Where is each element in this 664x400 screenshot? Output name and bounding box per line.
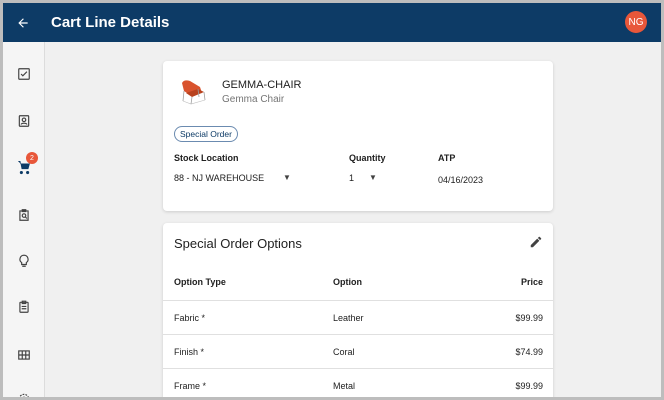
stock-location-dropdown-icon[interactable]: ▼ <box>283 173 291 182</box>
price-cell: $99.99 <box>515 313 543 323</box>
product-card: GEMMA-CHAIR Gemma Chair Special Order St… <box>163 61 553 211</box>
arrow-back-icon <box>18 17 28 28</box>
top-app-bar: Cart Line Details NG <box>3 3 661 42</box>
nav-contacts[interactable] <box>3 106 45 136</box>
special-order-chip: Special Order <box>174 126 238 142</box>
nav-settings[interactable] <box>3 384 45 397</box>
back-button[interactable] <box>3 3 43 42</box>
clipboard-icon <box>19 300 29 313</box>
nav-orders[interactable] <box>3 292 45 322</box>
quantity-label: Quantity <box>349 153 386 163</box>
quantity-dropdown-icon[interactable]: ▼ <box>369 173 377 182</box>
checklist-icon <box>18 68 30 80</box>
gear-icon <box>19 393 29 397</box>
price-cell: $99.99 <box>515 381 543 391</box>
product-code: GEMMA-CHAIR <box>222 79 302 91</box>
cart-count-badge: 2 <box>26 152 38 164</box>
atp-label: ATP <box>438 153 456 163</box>
options-title: Special Order Options <box>174 236 302 251</box>
nav-search-orders[interactable] <box>3 200 45 230</box>
stock-location-label: Stock Location <box>174 153 239 163</box>
special-order-options-card: Special Order Options Option Type Option… <box>163 223 553 397</box>
edit-icon[interactable] <box>529 235 543 249</box>
product-name: Gemma Chair <box>222 94 285 105</box>
quantity-select[interactable]: 1 <box>349 173 354 183</box>
nav-cart[interactable]: 2 <box>3 152 45 182</box>
contact-card-icon <box>18 115 30 127</box>
option-type-cell: Finish * <box>174 347 205 357</box>
nav-ideas[interactable] <box>3 246 45 276</box>
atp-value: 04/16/2023 <box>438 175 484 185</box>
lightbulb-icon <box>19 254 29 267</box>
column-header-option: Option <box>333 277 362 287</box>
nav-tasks[interactable] <box>3 59 45 89</box>
app-window: Cart Line Details NG 2 GEMMA-CHAIR Gemma… <box>0 0 664 400</box>
table-row: Frame * Metal $99.99 <box>163 368 553 397</box>
column-header-option-type: Option Type <box>174 277 226 287</box>
side-navigation: 2 <box>3 42 45 397</box>
user-avatar[interactable]: NG <box>625 11 647 33</box>
grid-icon <box>18 350 30 360</box>
option-type-cell: Fabric * <box>174 313 206 323</box>
page-title: Cart Line Details <box>51 14 170 31</box>
table-row: Finish * Coral $74.99 <box>163 334 553 368</box>
nav-catalog[interactable] <box>3 340 45 370</box>
option-cell: Leather <box>333 313 364 323</box>
stock-location-select[interactable]: 88 - NJ WAREHOUSE <box>174 173 264 183</box>
option-cell: Coral <box>333 347 355 357</box>
table-row: Fabric * Leather $99.99 <box>163 300 553 334</box>
product-image <box>182 80 206 105</box>
price-cell: $74.99 <box>515 347 543 357</box>
search-document-icon <box>19 209 29 221</box>
option-type-cell: Frame * <box>174 381 207 391</box>
option-cell: Metal <box>333 381 356 391</box>
column-header-price: Price <box>520 277 543 287</box>
